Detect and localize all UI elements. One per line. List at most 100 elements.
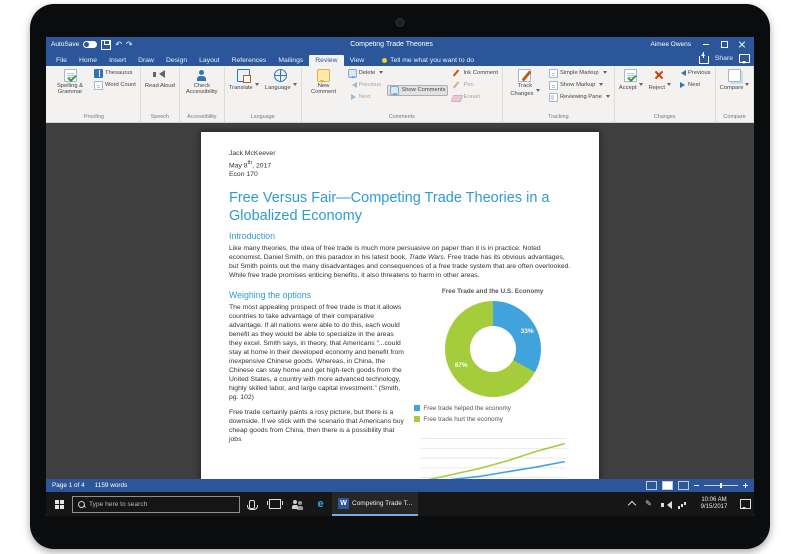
redo-icon[interactable]: ↷ [126, 41, 133, 49]
maximize-button[interactable] [717, 39, 731, 51]
next-change-button[interactable]: Next [675, 80, 713, 91]
close-button[interactable] [735, 39, 749, 51]
zoom-in-icon[interactable] [743, 483, 748, 488]
spelling-grammar-button[interactable]: Spelling & Grammar [50, 68, 90, 97]
document-page[interactable]: Jack McKeever May 8th, 2017 Econ 170 Fre… [201, 132, 599, 479]
taskbar-clock[interactable]: 10:06 AM 9/15/2017 [691, 497, 737, 512]
tab-layout[interactable]: Layout [193, 55, 225, 66]
search-input[interactable]: Type here to search [72, 496, 240, 513]
group-label-accessibility: Accessibility [182, 113, 222, 122]
read-aloud-button[interactable]: Read Aloud [143, 68, 177, 90]
translate-button[interactable]: Translate [227, 68, 261, 92]
zoom-out-icon[interactable] [694, 485, 699, 486]
people-button[interactable] [286, 492, 309, 516]
edge-icon: e [317, 499, 323, 510]
screen: AutoSave ↶ ↷ Competing Trade Theories Ai… [46, 37, 754, 516]
tab-review[interactable]: Review [309, 55, 343, 66]
undo-icon[interactable]: ↶ [115, 41, 122, 49]
review-ribbon: Spelling & Grammar Thesaurus Word Count … [46, 66, 754, 123]
language-button[interactable]: Language [263, 68, 299, 92]
markup-icon [549, 69, 558, 78]
next-comment-button[interactable]: Next [346, 92, 386, 103]
doc-paragraph-2: The most appealing prospect of free trad… [229, 303, 404, 402]
ink-comment-button[interactable]: Ink Comment [450, 68, 499, 79]
next-comment-icon [348, 93, 357, 102]
dropdown-arrow-icon [639, 83, 643, 88]
dropdown-arrow-icon [603, 71, 607, 76]
cortana-mic-button[interactable] [240, 492, 263, 516]
clock-date: 9/15/2017 [691, 504, 737, 512]
legend-swatch-green [414, 416, 420, 422]
tab-home[interactable]: Home [73, 55, 103, 66]
print-layout-icon[interactable] [662, 481, 673, 490]
word-taskbar-button[interactable]: W Competing Trade T... [332, 492, 418, 516]
zoom-slider[interactable] [704, 485, 738, 486]
action-center-button[interactable] [737, 492, 754, 516]
group-label-compare: Compare [718, 113, 752, 122]
tray-pen-button[interactable]: ✎ [640, 492, 657, 516]
ribbon-group-comments: New Comment Delete Previous Next Show Co… [302, 67, 503, 122]
legend-item-helped: Free trade helped the economy [414, 404, 571, 413]
tab-insert[interactable]: Insert [103, 55, 132, 66]
doc-date: May 8th, 2017 [229, 159, 571, 171]
ribbon-group-language: Translate Language Language [225, 67, 302, 122]
account-name[interactable]: Aimee Owens [651, 41, 691, 48]
document-canvas[interactable]: Jack McKeever May 8th, 2017 Econ 170 Fre… [46, 123, 754, 479]
word-count-button[interactable]: Word Count [92, 80, 138, 91]
comments-pane-icon[interactable] [739, 54, 750, 63]
tab-mailings[interactable]: Mailings [272, 55, 309, 66]
share-label[interactable]: Share [715, 55, 733, 62]
tab-file[interactable]: File [50, 55, 73, 66]
new-comment-button[interactable]: New Comment [304, 68, 344, 97]
eraser-button[interactable]: Eraser [450, 92, 499, 103]
legend-item-hurt: Free trade hurt the economy [414, 415, 571, 424]
previous-comment-button[interactable]: Previous [346, 80, 386, 91]
tray-volume-button[interactable] [657, 492, 674, 516]
reviewing-pane-button[interactable]: Reviewing Pane [547, 92, 612, 103]
tab-draw[interactable]: Draw [132, 55, 160, 66]
action-center-icon [740, 499, 751, 509]
compare-button[interactable]: Compare [718, 68, 752, 92]
delete-comment-button[interactable]: Delete [346, 68, 386, 79]
group-label-proofing: Proofing [50, 113, 138, 122]
clock-time: 10:06 AM [691, 497, 737, 505]
chart-title: Free Trade and the U.S. Economy [414, 287, 571, 296]
tray-network-button[interactable] [674, 492, 691, 516]
word-title-bar: AutoSave ↶ ↷ Competing Trade Theories Ai… [46, 37, 754, 52]
thesaurus-button[interactable]: Thesaurus [92, 68, 138, 79]
minimize-button[interactable] [699, 39, 713, 51]
share-icon[interactable] [699, 56, 709, 64]
window-title: Competing Trade Theories [137, 41, 647, 48]
simple-markup-dropdown[interactable]: Simple Markup [547, 68, 612, 79]
microphone-icon [249, 500, 255, 509]
tab-design[interactable]: Design [160, 55, 193, 66]
start-button[interactable] [46, 492, 72, 516]
autosave-toggle[interactable] [83, 41, 97, 48]
page-indicator[interactable]: Page 1 of 4 [52, 482, 85, 489]
tab-references[interactable]: References [226, 55, 273, 66]
new-comment-icon [317, 69, 330, 82]
network-icon [678, 500, 688, 509]
pen-button[interactable]: Pen [450, 80, 499, 91]
tell-me-box[interactable]: Tell me what you want to do [378, 55, 478, 66]
zoom-slider-thumb[interactable] [720, 483, 722, 488]
compare-icon [728, 69, 741, 82]
word-count-indicator[interactable]: 1159 words [95, 482, 128, 489]
reject-button[interactable]: Reject [647, 68, 673, 92]
show-comments-button[interactable]: Show Comments [387, 85, 448, 96]
tray-overflow-button[interactable] [623, 492, 640, 516]
check-accessibility-button[interactable]: Check Accessibility [182, 68, 222, 97]
save-icon[interactable] [101, 40, 111, 50]
reviewing-pane-icon [549, 93, 558, 102]
tab-view[interactable]: View [344, 55, 371, 66]
read-mode-icon[interactable] [646, 481, 657, 490]
show-markup-dropdown[interactable]: Show Markup [547, 80, 612, 91]
edge-button[interactable]: e [309, 492, 332, 516]
next-change-icon [677, 81, 686, 90]
doc-author: Jack McKeever [229, 150, 571, 159]
web-layout-icon[interactable] [678, 481, 689, 490]
task-view-button[interactable] [263, 492, 286, 516]
accept-button[interactable]: Accept [617, 68, 645, 92]
previous-change-button[interactable]: Previous [675, 68, 713, 79]
track-changes-button[interactable]: Track Changes [505, 68, 545, 99]
